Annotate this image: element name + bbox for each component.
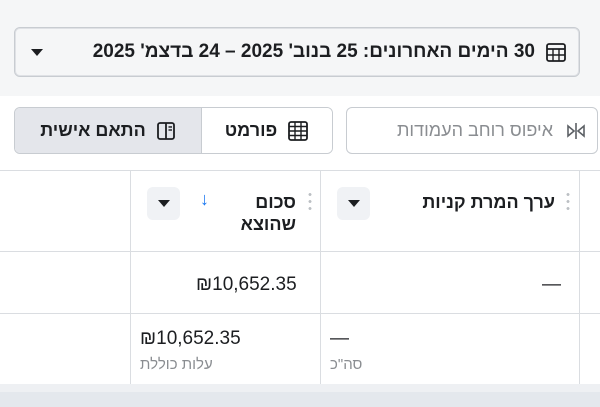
date-bar: 30 הימים האחרונים: 25 בנוב' 2025 – 24 בד…: [0, 0, 600, 96]
column-header-line: שהוצא: [240, 214, 296, 234]
data-table: ערך המרת קניות ↓ סכום שהוצא — ₪10,652.35…: [0, 170, 600, 385]
reset-column-widths-button[interactable]: איפוס רוחב העמודות: [346, 107, 598, 154]
table-toolbar: התאם אישית פורמט איפוס רוחב העמודות: [0, 96, 600, 170]
view-controls: התאם אישית פורמט: [14, 107, 333, 154]
column-divider: [320, 171, 321, 385]
reset-width-icon: [565, 121, 587, 141]
reset-column-widths-label: איפוס רוחב העמודות: [397, 120, 553, 140]
horizontal-scrollbar[interactable]: [0, 392, 600, 407]
column-divider: [130, 171, 131, 385]
table-format-icon: [287, 120, 309, 142]
summary-amount-spent-label: עלות כוללת: [140, 356, 213, 373]
chevron-down-icon: [157, 200, 170, 207]
format-label: פורמט: [224, 120, 278, 140]
column-drag-handle-icon[interactable]: [566, 191, 570, 213]
chevron-down-icon: [31, 48, 43, 56]
column-options-dropdown[interactable]: [147, 187, 180, 220]
cell-amount-spent: ₪10,652.35: [196, 274, 297, 295]
column-drag-handle-icon[interactable]: [308, 191, 312, 213]
customize-label: התאם אישית: [40, 120, 146, 140]
date-range-label: 30 הימים האחרונים: 25 בנוב' 2025 – 24 בד…: [92, 41, 535, 62]
chevron-down-icon: [347, 200, 360, 207]
summary-purchase-value-label: סה"כ: [330, 356, 363, 373]
calendar-icon: [545, 41, 567, 63]
row-divider: [0, 313, 600, 314]
column-options-dropdown[interactable]: [337, 187, 370, 220]
summary-purchase-value: —: [330, 328, 349, 349]
columns-panel-icon: [156, 121, 176, 141]
row-divider: [0, 251, 600, 252]
column-header-amount-spent[interactable]: סכום שהוצא: [206, 191, 296, 235]
column-header-purchase-value[interactable]: ערך המרת קניות: [375, 191, 555, 213]
customize-button[interactable]: התאם אישית: [15, 108, 202, 153]
format-button[interactable]: פורמט: [202, 108, 332, 153]
column-divider: [579, 171, 580, 385]
date-range-button[interactable]: 30 הימים האחרונים: 25 בנוב' 2025 – 24 בד…: [14, 27, 580, 77]
summary-amount-spent: ₪10,652.35: [140, 328, 241, 349]
cell-purchase-value: —: [542, 274, 561, 295]
column-header-line: סכום: [255, 192, 296, 212]
